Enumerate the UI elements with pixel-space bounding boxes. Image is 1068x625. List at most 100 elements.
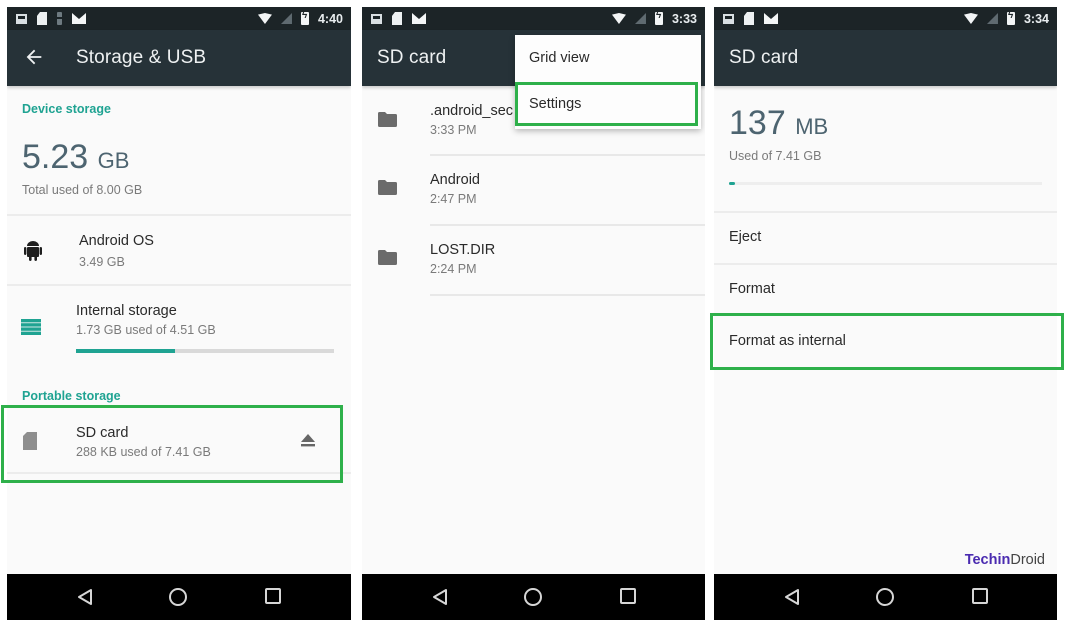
- file-name: .android_sec: [430, 103, 514, 119]
- file-time: 3:33 PM: [430, 123, 477, 137]
- file-row[interactable]: LOST.DIR 2:24 PM: [362, 226, 705, 296]
- screen-storage-usb: 4:40 Storage & USB Device storage 5.23 G…: [7, 7, 351, 620]
- internal-storage-progress: [76, 349, 334, 353]
- page-title: SD card: [377, 47, 447, 68]
- battery-charging-icon: [300, 10, 309, 25]
- navigation-bar: [7, 574, 351, 620]
- file-name: LOST.DIR: [430, 242, 496, 258]
- sd-card-used-unit: MB: [795, 114, 829, 139]
- sd-card-used: 137 MB: [729, 104, 828, 143]
- storage-content: Device storage 5.23 GB Total used of 8.0…: [7, 86, 351, 574]
- nav-recents-icon[interactable]: [265, 588, 281, 604]
- menu-item-grid-view[interactable]: Grid view: [529, 50, 589, 66]
- file-row[interactable]: Android 2:47 PM: [362, 156, 705, 226]
- overflow-menu: Grid view Settings: [515, 35, 701, 129]
- watermark-part2: Droid: [1010, 552, 1045, 568]
- page-title: Storage & USB: [76, 47, 207, 68]
- sd-card-icon: [23, 432, 37, 450]
- device-storage-unit: GB: [97, 148, 130, 173]
- device-storage-used: 5.23 GB: [22, 138, 129, 177]
- wifi-icon: [257, 13, 272, 24]
- menu-item-settings[interactable]: Settings: [529, 96, 581, 112]
- list-item-title: Internal storage: [76, 303, 177, 319]
- storage-list-icon: [21, 319, 41, 335]
- sd-card-used-value: 137: [729, 104, 786, 142]
- option-label: Eject: [729, 229, 762, 245]
- section-header-portable-storage: Portable storage: [22, 389, 121, 403]
- usb-icon: [57, 12, 62, 25]
- status-bar: 3:33: [362, 7, 705, 30]
- sd-card-notification-icon: [744, 12, 754, 25]
- picture-icon: [371, 13, 382, 24]
- device-storage-value: 5.23: [22, 138, 89, 176]
- folder-icon: [378, 250, 397, 265]
- status-bar: 4:40: [7, 7, 351, 30]
- watermark: TechinDroid: [965, 552, 1045, 568]
- folder-icon: [378, 180, 397, 195]
- no-signal-icon: [634, 13, 646, 24]
- status-time: 3:34: [1023, 11, 1049, 26]
- list-item-title: SD card: [76, 425, 129, 441]
- sd-card-notification-icon: [37, 12, 47, 25]
- list-item-subtitle: 1.73 GB used of 4.51 GB: [76, 323, 216, 337]
- option-label: Format as internal: [729, 333, 846, 349]
- list-item-subtitle: 3.49 GB: [79, 255, 125, 269]
- status-bar: 3:34: [714, 7, 1057, 30]
- picture-icon: [723, 13, 734, 24]
- option-format-as-internal[interactable]: Format as internal: [714, 317, 1057, 367]
- file-list: .android_sec 3:33 PM Android 2:47 PM LOS…: [362, 86, 705, 574]
- screen-sd-card-files: 3:33 SD card .android_sec 3:33 PM Androi…: [362, 7, 705, 620]
- nav-home-icon[interactable]: [876, 588, 894, 606]
- option-label: Format: [729, 281, 775, 297]
- gmail-icon: [72, 13, 86, 24]
- internal-storage-progress-fill: [76, 349, 176, 353]
- eject-icon[interactable]: [301, 434, 315, 447]
- gmail-icon: [764, 13, 778, 24]
- screen-sd-card-settings: 3:34 SD card 137 MB Used of 7.41 GB Ejec…: [714, 7, 1057, 620]
- android-icon: [24, 241, 42, 261]
- page-title: SD card: [729, 47, 799, 68]
- navigation-bar: [362, 574, 705, 620]
- battery-charging-icon: [654, 10, 663, 25]
- status-time: 4:40: [317, 11, 343, 26]
- nav-home-icon[interactable]: [524, 588, 542, 606]
- no-signal-icon: [280, 13, 292, 24]
- folder-icon: [378, 112, 397, 127]
- file-name: Android: [430, 172, 480, 188]
- option-format[interactable]: Format: [714, 265, 1057, 315]
- sd-card-progress-fill: [729, 182, 735, 185]
- list-item-title: Android OS: [79, 233, 154, 249]
- nav-recents-icon[interactable]: [972, 588, 988, 604]
- sd-card-progress: [729, 182, 1042, 185]
- wifi-icon: [963, 13, 978, 24]
- list-item-internal-storage[interactable]: Internal storage 1.73 GB used of 4.51 GB: [7, 286, 351, 364]
- nav-back-icon[interactable]: [431, 588, 449, 606]
- section-header-device-storage: Device storage: [22, 102, 111, 116]
- app-bar: Storage & USB: [7, 30, 351, 86]
- sd-card-used-caption: Used of 7.41 GB: [729, 149, 822, 163]
- nav-back-icon[interactable]: [76, 588, 94, 606]
- battery-charging-icon: [1006, 10, 1015, 25]
- nav-back-icon[interactable]: [783, 588, 801, 606]
- device-storage-caption: Total used of 8.00 GB: [22, 183, 143, 197]
- wifi-icon: [611, 13, 626, 24]
- list-item-android-os[interactable]: Android OS 3.49 GB: [7, 216, 351, 284]
- nav-recents-icon[interactable]: [620, 588, 636, 604]
- nav-home-icon[interactable]: [169, 588, 187, 606]
- picture-icon: [16, 13, 27, 24]
- file-time: 2:47 PM: [430, 192, 477, 206]
- divider: [7, 472, 351, 474]
- list-item-subtitle: 288 KB used of 7.41 GB: [76, 445, 211, 459]
- no-signal-icon: [986, 13, 998, 24]
- watermark-part1: Techin: [964, 552, 1011, 568]
- file-time: 2:24 PM: [430, 262, 477, 276]
- divider: [430, 294, 705, 296]
- navigation-bar: [714, 574, 1057, 620]
- gmail-icon: [412, 13, 426, 24]
- sd-card-notification-icon: [392, 12, 402, 25]
- arrow-left-icon[interactable]: [23, 46, 45, 68]
- list-item-sd-card[interactable]: SD card 288 KB used of 7.41 GB: [7, 412, 351, 472]
- option-eject[interactable]: Eject: [714, 213, 1057, 263]
- status-time: 3:33: [671, 11, 697, 26]
- app-bar: SD card: [714, 30, 1057, 86]
